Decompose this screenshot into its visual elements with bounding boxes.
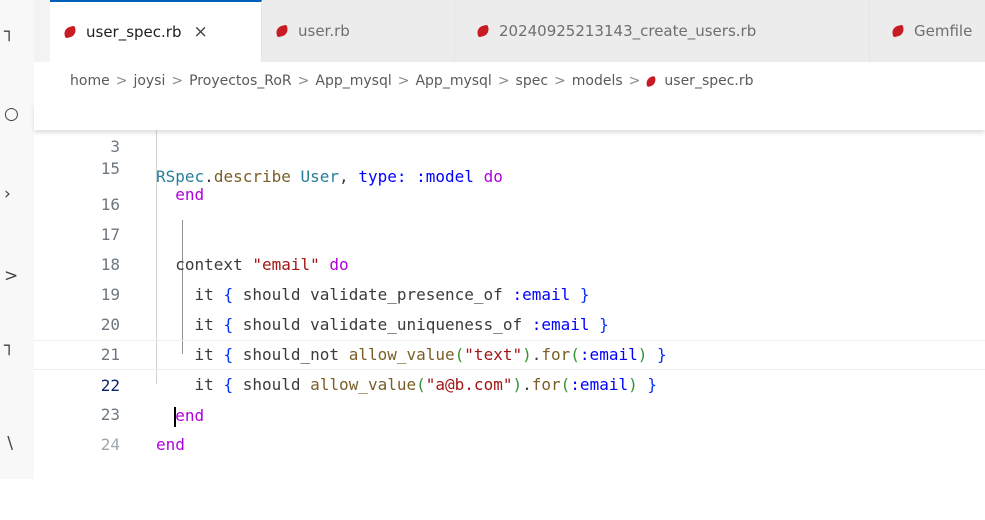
run-debug-icon[interactable]: > xyxy=(4,266,18,286)
sticky-scroll-line[interactable]: 3 RSpec.describe User, type: :model do xyxy=(34,102,985,186)
explorer-icon[interactable]: ┐ xyxy=(4,22,14,42)
breadcrumb-separator: > xyxy=(171,73,184,89)
source-control-icon[interactable]: › xyxy=(4,184,11,204)
ruby-file-icon xyxy=(62,25,78,39)
tab-create-users-migration[interactable]: 20240925213143_create_users.rb xyxy=(455,0,870,62)
breadcrumb-separator: > xyxy=(397,73,410,89)
code-line[interactable]: 19 it { should validate_uniqueness_of :e… xyxy=(34,250,985,334)
breadcrumb-separator: > xyxy=(628,73,641,89)
tab-label: user_spec.rb xyxy=(86,23,182,41)
breadcrumb-item[interactable]: spec xyxy=(516,73,549,89)
tab-label: 20240925213143_create_users.rb xyxy=(499,22,757,40)
ruby-file-icon xyxy=(645,75,658,87)
tab-user-spec[interactable]: user_spec.rb × xyxy=(50,0,262,62)
code-editor[interactable]: 3 RSpec.describe User, type: :model do 1… xyxy=(34,100,985,479)
code-text: end xyxy=(156,435,185,454)
breadcrumb-separator: > xyxy=(554,73,566,89)
ruby-file-icon xyxy=(890,24,906,38)
code-line[interactable]: 17 context "email" do xyxy=(34,190,985,274)
tab-label: Gemfile xyxy=(914,22,973,40)
code-line-current[interactable]: 22 end xyxy=(34,340,985,427)
ruby-file-icon xyxy=(274,24,290,38)
line-number: 3 xyxy=(110,137,120,156)
line-number: 24 xyxy=(100,435,120,454)
code-line[interactable]: 18 it { should validate_presence_of :ema… xyxy=(34,220,985,304)
activity-bar: ┐ ○ › > ┐ ∖ xyxy=(0,0,34,479)
breadcrumb-separator: > xyxy=(115,73,128,89)
breadcrumb-item[interactable]: App_mysql xyxy=(415,73,491,89)
breadcrumb-item[interactable]: joysi xyxy=(133,73,165,89)
breadcrumb-item[interactable]: models xyxy=(572,73,623,89)
code-line[interactable]: 23 end xyxy=(34,370,985,454)
tab-label: user.rb xyxy=(298,22,350,40)
tab-user[interactable]: user.rb xyxy=(262,0,455,62)
code-line[interactable]: 21 it { should allow_value("a@b.com").fo… xyxy=(34,310,985,394)
close-icon[interactable]: × xyxy=(194,22,208,42)
breadcrumb-separator: > xyxy=(497,73,510,89)
testing-icon[interactable]: ∖ xyxy=(4,434,15,454)
breadcrumb-item[interactable]: Proyectos_RoR xyxy=(189,73,292,89)
search-icon[interactable]: ○ xyxy=(4,104,19,124)
ruby-file-icon xyxy=(475,24,491,38)
code-line[interactable]: 15 end xyxy=(34,130,985,204)
code-text: RSpec.describe User, type: :model do xyxy=(156,167,503,186)
editor-tab-bar: user_spec.rb × user.rb 20240925213143_cr… xyxy=(34,0,985,63)
breadcrumb-item[interactable]: home xyxy=(70,73,110,89)
breadcrumb-item[interactable]: App_mysql xyxy=(315,73,391,89)
extensions-icon[interactable]: ┐ xyxy=(4,336,14,356)
breadcrumb: home > joysi > Proyectos_RoR > App_mysql… xyxy=(34,62,985,100)
breadcrumb-item[interactable]: user_spec.rb xyxy=(664,73,753,89)
breadcrumb-separator: > xyxy=(297,73,310,89)
code-line[interactable]: 24 xyxy=(34,400,985,454)
code-line[interactable]: 20 it { should_not allow_value("text").f… xyxy=(34,280,985,364)
tab-gemfile[interactable]: Gemfile xyxy=(870,0,985,62)
